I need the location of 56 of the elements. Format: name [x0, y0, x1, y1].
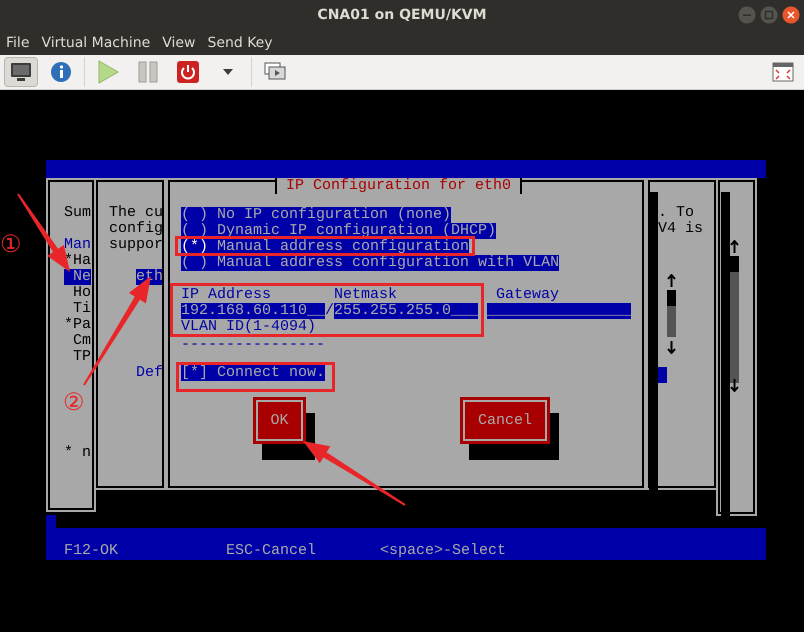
menu-entry[interactable]: *Pa — [64, 317, 92, 333]
scrollbar-icon — [729, 240, 740, 392]
caret-icon — [223, 69, 233, 75]
terminal-text: V4 is — [658, 221, 704, 237]
field-label: VLAN ID(1-4094) — [181, 319, 318, 335]
terminal-text: config — [109, 221, 164, 237]
info-icon — [50, 61, 72, 83]
radio-label[interactable]: Manual address configuration with VLAN — [208, 255, 560, 271]
ip-address-field[interactable]: 192.168.60.110__ — [181, 303, 325, 319]
menu-entry[interactable]: TP — [64, 349, 92, 365]
field-edge — [658, 367, 667, 383]
key-hint: <space>-Select — [380, 543, 508, 560]
dialog-title: IP Configuration for eth0 — [275, 178, 522, 194]
menu-entry[interactable]: Ti — [64, 301, 92, 317]
terminal-text: The cu — [109, 205, 164, 221]
field-label: Netmask — [334, 287, 398, 303]
menu-item[interactable]: View — [162, 34, 196, 50]
separator-text: / — [325, 303, 334, 319]
screens-icon — [264, 62, 286, 82]
menu-entry[interactable]: Ho — [64, 285, 92, 301]
scrollbar-icon — [666, 274, 677, 354]
field-label: Gateway — [495, 287, 560, 303]
cancel-button[interactable]: Cancel — [460, 397, 550, 444]
ok-button[interactable]: OK — [253, 397, 306, 444]
fullscreen-icon — [772, 62, 794, 82]
pause-icon — [138, 61, 158, 83]
monitor-icon — [10, 62, 32, 82]
menu-entry[interactable]: Cm — [64, 333, 92, 349]
close-icon[interactable] — [782, 6, 800, 24]
radio-label[interactable]: No IP configuration (none) — [208, 207, 452, 223]
menu-entry[interactable]: Ne — [64, 269, 92, 285]
terminal-text: suppor — [109, 237, 164, 253]
step-marker: ① — [0, 231, 22, 257]
menu-item[interactable]: File — [6, 34, 30, 50]
toolbar-button[interactable] — [4, 57, 38, 87]
play-icon — [97, 60, 119, 84]
key-hint: ESC-Cancel — [226, 543, 318, 560]
field-label: IP Address — [181, 287, 272, 303]
netmask-field[interactable]: 255.255.255.0___ — [334, 303, 478, 319]
menu-entry[interactable]: Man — [64, 237, 92, 253]
menu-item[interactable]: Send Key — [207, 34, 273, 50]
radio-button[interactable]: ( ) — [181, 207, 208, 223]
terminal-text: . To — [658, 205, 694, 221]
checkbox-label[interactable]: Connect now. — [208, 365, 326, 381]
menu-entry[interactable]: * n — [64, 445, 92, 461]
step-marker: ② — [63, 389, 85, 415]
vlan-id-field[interactable]: ---------------- — [181, 335, 325, 351]
terminal-text: eth — [136, 269, 164, 285]
power-icon — [177, 61, 199, 83]
window-title: CNA01 on QEMU/KVM — [317, 7, 487, 23]
key-hint: F12-OK — [64, 543, 120, 560]
menu-entry[interactable]: Sum — [64, 205, 92, 221]
checkbox[interactable]: [*] — [181, 365, 208, 381]
menu-item[interactable]: Virtual Machine — [41, 34, 150, 50]
terminal-text: Def — [136, 365, 164, 381]
gateway-field[interactable]: ________________ — [487, 303, 631, 319]
